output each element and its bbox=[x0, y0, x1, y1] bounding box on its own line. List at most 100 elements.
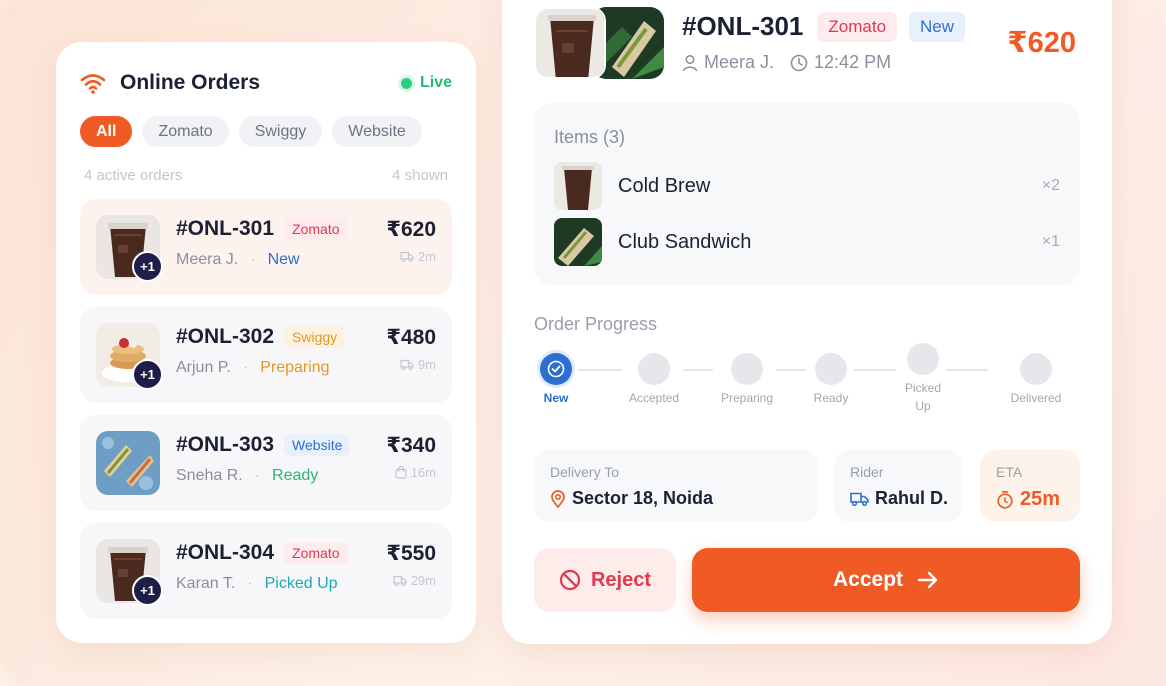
eta-card: ETA 25m bbox=[980, 450, 1080, 522]
orders-title: Online Orders bbox=[120, 71, 261, 94]
live-indicator: Live bbox=[400, 74, 452, 92]
bag-icon bbox=[395, 466, 407, 479]
detail-customer-row: Meera J. 12:42 PM bbox=[682, 52, 891, 73]
truck-icon bbox=[400, 359, 414, 370]
reject-label: Reject bbox=[590, 568, 652, 591]
detail-order-time: 12:42 PM bbox=[814, 52, 892, 72]
status-label: New bbox=[267, 251, 300, 268]
sandwich-thumbnail bbox=[96, 431, 160, 495]
extra-items-badge: +1 bbox=[132, 359, 163, 390]
filter-website[interactable]: Website bbox=[332, 116, 422, 147]
step-new: New bbox=[516, 353, 596, 407]
orders-header: Online Orders Live bbox=[80, 70, 452, 96]
separator-dot: · bbox=[254, 467, 261, 484]
order-id-text: #ONL-301 bbox=[176, 217, 275, 240]
step-circle bbox=[815, 353, 847, 385]
order-age-text: 16m bbox=[410, 465, 436, 480]
order-detail-panel: #ONL-301 Zomato New Meera J. 12:42 PM ₹6… bbox=[502, 0, 1112, 644]
source-badge: Zomato bbox=[284, 218, 348, 240]
order-list: +1 #ONL-301 Zomato Meera J. · New ₹620 2m +… bbox=[80, 199, 452, 631]
order-customer-row: Arjun P. · Preparing bbox=[176, 359, 330, 377]
step-picked-up: Picked Up bbox=[883, 343, 963, 415]
order-age: 29m bbox=[393, 573, 436, 588]
items-box: Items (3) Cold Brew ×2 Club Sandwich ×1 bbox=[534, 103, 1080, 285]
order-price: ₹550 bbox=[386, 542, 436, 565]
source-badge: Website bbox=[284, 434, 351, 456]
cold-brew-image bbox=[534, 7, 606, 79]
customer-name: Meera J. bbox=[176, 251, 239, 268]
eta-label: ETA bbox=[996, 464, 1023, 480]
step-preparing: Preparing bbox=[707, 353, 787, 407]
detail-order-id-text: #ONL-301 bbox=[682, 11, 804, 41]
item-row-club-sandwich: Club Sandwich ×1 bbox=[554, 218, 1060, 266]
user-icon bbox=[682, 54, 698, 71]
item-name: Cold Brew bbox=[618, 174, 711, 197]
order-age-text: 9m bbox=[417, 357, 436, 372]
app-canvas: Online Orders Live All Zomato Swiggy Web… bbox=[0, 0, 1166, 686]
delivery-label: Delivery To bbox=[550, 464, 619, 480]
timer-icon bbox=[997, 490, 1013, 509]
step-circle bbox=[540, 353, 572, 385]
arrow-right-icon bbox=[917, 571, 938, 589]
step-accepted: Accepted bbox=[614, 353, 694, 407]
detail-customer-name: Meera J. bbox=[704, 52, 775, 72]
source-filters: All Zomato Swiggy Website bbox=[80, 116, 422, 147]
delivery-to-card: Delivery To Sector 18, Noida bbox=[534, 450, 818, 522]
separator-dot: · bbox=[250, 251, 256, 268]
eta-value-row: 25m bbox=[996, 488, 1060, 511]
reject-button[interactable]: Reject bbox=[534, 548, 676, 612]
location-pin-icon bbox=[551, 489, 565, 508]
orders-panel: Online Orders Live All Zomato Swiggy Web… bbox=[56, 42, 476, 643]
order-id-text: #ONL-304 bbox=[176, 541, 275, 564]
order-customer-row: Meera J. · New bbox=[176, 251, 300, 269]
filter-swiggy[interactable]: Swiggy bbox=[238, 116, 323, 147]
detail-order-id: #ONL-301 Zomato New bbox=[682, 11, 966, 42]
order-id: #ONL-303 Website bbox=[176, 433, 351, 457]
step-label: New bbox=[543, 391, 569, 405]
step-ready: Ready bbox=[791, 353, 871, 407]
order-age-text: 2m bbox=[417, 249, 436, 264]
extra-items-badge: +1 bbox=[132, 575, 163, 606]
order-price: ₹480 bbox=[386, 326, 436, 349]
order-id: #ONL-301 Zomato bbox=[176, 217, 348, 241]
order-age: 2m bbox=[400, 249, 436, 264]
order-age: 9m bbox=[400, 357, 436, 372]
order-progress-stepper: New Accepted Preparing Ready Picked Up D… bbox=[534, 343, 1080, 423]
check-icon bbox=[547, 360, 565, 378]
eta-value: 25m bbox=[1020, 488, 1061, 510]
order-age: 16m bbox=[395, 465, 436, 480]
order-id: #ONL-302 Swiggy bbox=[176, 325, 346, 349]
step-label: Delivered bbox=[1010, 391, 1062, 405]
live-label: Live bbox=[419, 74, 452, 91]
order-customer-row: Karan T. · Picked Up bbox=[176, 575, 338, 593]
progress-heading: Order Progress bbox=[534, 314, 658, 334]
cold-brew-item-image bbox=[554, 162, 602, 210]
active-count: 4 active orders bbox=[84, 167, 183, 184]
club-sandwich-item-image bbox=[554, 218, 602, 266]
status-label: Ready bbox=[272, 467, 319, 484]
live-dot bbox=[400, 77, 412, 89]
filter-zomato[interactable]: Zomato bbox=[142, 116, 229, 147]
order-card-onl-302[interactable]: +1 #ONL-302 Swiggy Arjun P. · Preparing ₹48… bbox=[80, 307, 452, 403]
orders-meta: 4 active orders 4 shown bbox=[84, 167, 448, 184]
order-card-onl-304[interactable]: +1 #ONL-304 Zomato Karan T. · Picked Up ₹55… bbox=[80, 523, 452, 619]
filter-all[interactable]: All bbox=[80, 116, 133, 147]
step-circle bbox=[638, 353, 670, 385]
item-quantity: ×1 bbox=[1041, 233, 1060, 250]
order-card-onl-301[interactable]: +1 #ONL-301 Zomato Meera J. · New ₹620 2m bbox=[80, 199, 452, 295]
order-id-text: #ONL-303 bbox=[176, 433, 275, 456]
rider-name: Rahul D. bbox=[875, 488, 949, 508]
step-circle bbox=[907, 343, 939, 375]
ban-icon bbox=[559, 569, 581, 591]
step-label: Ready bbox=[813, 391, 849, 405]
separator-dot: · bbox=[247, 575, 253, 592]
step-circle bbox=[731, 353, 763, 385]
delivery-value-row: Sector 18, Noida bbox=[550, 488, 713, 509]
order-card-onl-303[interactable]: #ONL-303 Website Sneha R. · Ready ₹340 16m bbox=[80, 415, 452, 511]
item-row-cold-brew: Cold Brew ×2 bbox=[554, 162, 1060, 210]
accept-button[interactable]: Accept bbox=[692, 548, 1080, 612]
customer-name: Karan T. bbox=[176, 575, 236, 592]
order-age-text: 29m bbox=[410, 573, 436, 588]
delivery-address: Sector 18, Noida bbox=[572, 488, 714, 508]
item-name: Club Sandwich bbox=[618, 230, 752, 253]
